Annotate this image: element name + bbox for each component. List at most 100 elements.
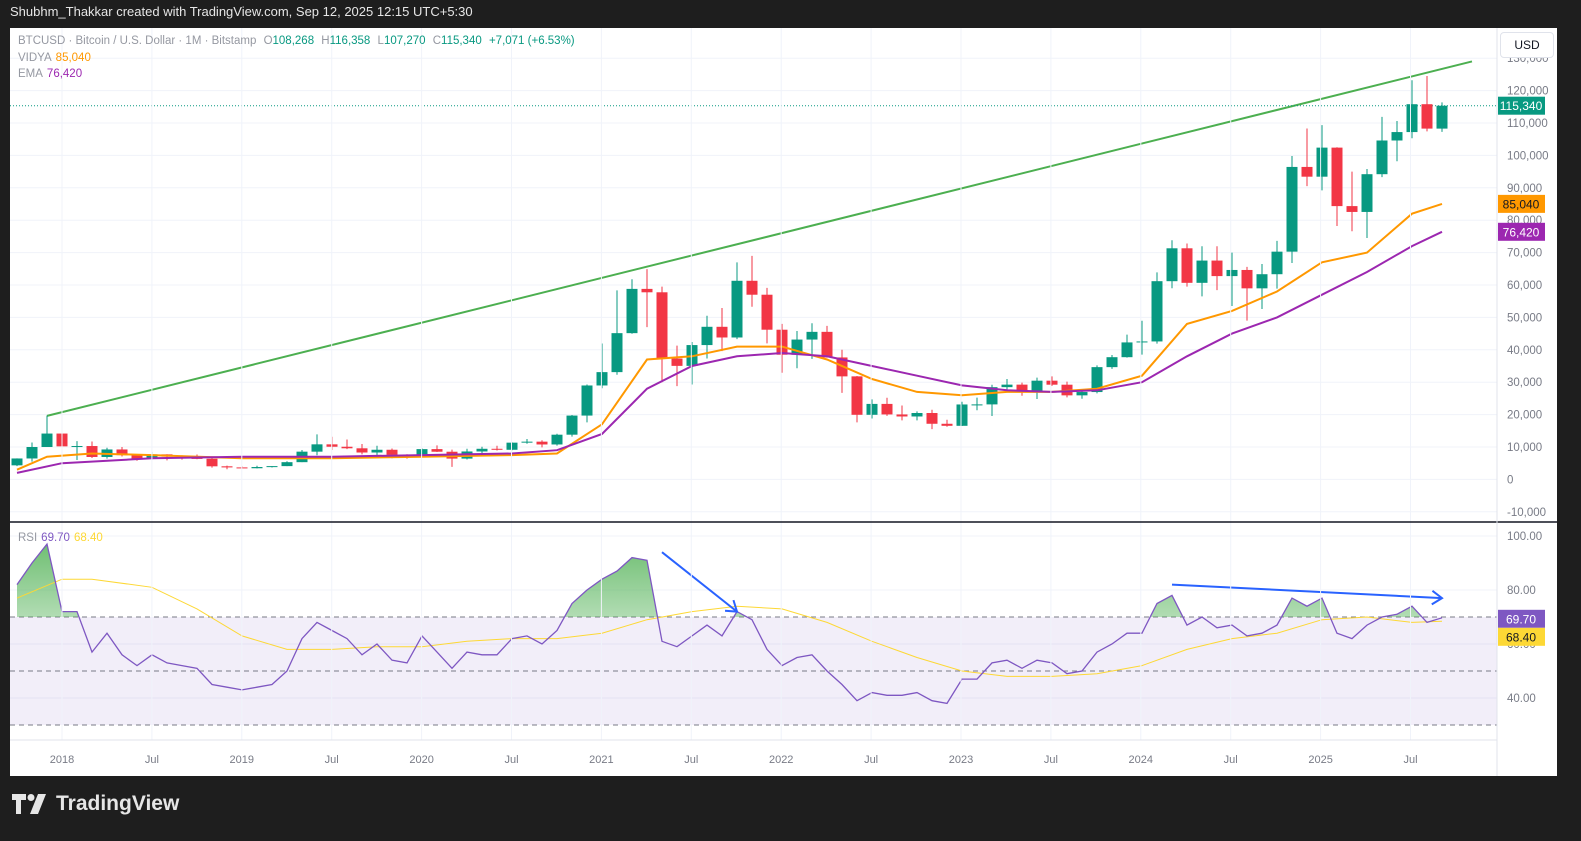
candle-body <box>1001 384 1013 388</box>
candle-body <box>1226 269 1238 277</box>
currency-button[interactable]: USD <box>1500 32 1554 58</box>
candle <box>281 461 293 467</box>
candle <box>221 465 233 470</box>
candle <box>821 325 833 358</box>
divergence-arrow <box>661 551 739 613</box>
candle-body <box>896 414 908 417</box>
candle-body <box>581 385 593 416</box>
candle-body <box>26 447 38 459</box>
y-tick-label: 90,000 <box>1507 183 1542 195</box>
candle <box>476 446 488 454</box>
candle <box>626 279 638 334</box>
candle-body <box>371 449 383 453</box>
candle <box>956 401 968 426</box>
candle-body <box>1136 341 1148 343</box>
x-tick-label: Jul <box>504 754 518 766</box>
candle <box>86 441 98 459</box>
x-tick-label: Jul <box>325 754 339 766</box>
candle <box>341 439 353 450</box>
candle <box>71 441 83 460</box>
candle <box>851 376 863 423</box>
ema-label: EMA <box>18 68 43 80</box>
y-tick-label: 30,000 <box>1507 377 1542 389</box>
candle <box>656 286 668 383</box>
vidya-price-label: 85,040 <box>1503 197 1540 211</box>
candle-body <box>731 280 743 338</box>
candle <box>566 415 578 437</box>
candle <box>551 433 563 446</box>
candle <box>1196 246 1208 297</box>
candle-body <box>356 448 368 453</box>
rsi-tick-label: 40.00 <box>1507 693 1536 705</box>
candle-body <box>611 333 623 373</box>
candle-body <box>1301 166 1313 177</box>
low-label: L <box>377 35 384 47</box>
candle <box>1016 382 1028 396</box>
arrow-shaft <box>1171 583 1443 600</box>
candle-body <box>1376 140 1388 175</box>
open-value: 108,268 <box>272 35 315 47</box>
candle <box>1256 263 1268 309</box>
candle-body <box>1031 380 1043 392</box>
y-tick-label: 120,000 <box>1507 86 1549 98</box>
candle-body <box>716 326 728 338</box>
x-tick-label: 2024 <box>1129 754 1153 766</box>
candle <box>1316 125 1328 191</box>
y-tick-label: 50,000 <box>1507 312 1542 324</box>
candle <box>866 399 878 419</box>
candle-body <box>311 444 323 452</box>
candle-body <box>1076 392 1088 396</box>
rsi-ma-value-label: 68.40 <box>1506 630 1536 644</box>
candle <box>746 255 758 307</box>
y-tick-label: 40,000 <box>1507 345 1542 357</box>
candle <box>206 458 218 468</box>
vidya-value: 85,040 <box>55 52 91 64</box>
candle <box>1226 252 1238 307</box>
y-tick-label: 60,000 <box>1507 280 1542 292</box>
candle <box>1031 377 1043 400</box>
candle-body <box>776 329 788 355</box>
candle-body <box>1046 380 1058 385</box>
candle-body <box>1181 248 1193 283</box>
rsi-legend[interactable]: RSI 69.70 68.40 <box>18 532 107 544</box>
candle <box>1106 354 1118 369</box>
candle-body <box>806 331 818 340</box>
y-tick-label: 70,000 <box>1507 248 1542 260</box>
last-price-label: 115,340 <box>1500 99 1543 113</box>
candle <box>446 449 458 467</box>
price-pane <box>10 57 1497 513</box>
candle <box>431 445 443 453</box>
vidya-legend[interactable]: VIDYA 85,040 <box>18 52 95 64</box>
x-tick-label: Jul <box>1044 754 1058 766</box>
candle <box>581 384 593 423</box>
rsi-ma-value: 68.40 <box>73 532 103 544</box>
ema-price-label: 76,420 <box>1503 225 1540 239</box>
tradingview-logo[interactable]: TradingView <box>12 792 179 816</box>
open-label: O <box>263 35 273 47</box>
candle-body <box>566 415 578 435</box>
candle-body <box>821 331 833 358</box>
candle-body <box>11 458 23 466</box>
candle-body <box>1421 104 1433 129</box>
candle <box>1286 156 1298 263</box>
candle <box>26 442 38 462</box>
candle-body <box>281 462 293 467</box>
candle-body <box>881 403 893 415</box>
candle-body <box>221 466 233 468</box>
candle <box>1346 171 1358 232</box>
y-tick-label: -10,000 <box>1507 507 1546 519</box>
candle <box>311 434 323 456</box>
chart-canvas[interactable]: 2018 Jul 2019 Jul 2020 Jul 2021 Jul 2022 Jul 2023 J… <box>0 0 1581 841</box>
ema-legend[interactable]: EMA 76,420 <box>18 68 86 80</box>
candle <box>611 290 623 375</box>
rsi-value-label: 69.70 <box>1506 612 1536 626</box>
candle <box>41 415 53 447</box>
symbol-legend[interactable]: BTCUSD · Bitcoin / U.S. Dollar · 1M · Bi… <box>18 35 579 47</box>
arrow-shaft <box>661 551 738 613</box>
candle-body <box>656 292 668 359</box>
x-tick-label: Jul <box>145 754 159 766</box>
x-tick-label: 2023 <box>949 754 973 766</box>
candle <box>896 405 908 421</box>
brand-name: TradingView <box>56 792 180 815</box>
candle-body <box>536 441 548 445</box>
